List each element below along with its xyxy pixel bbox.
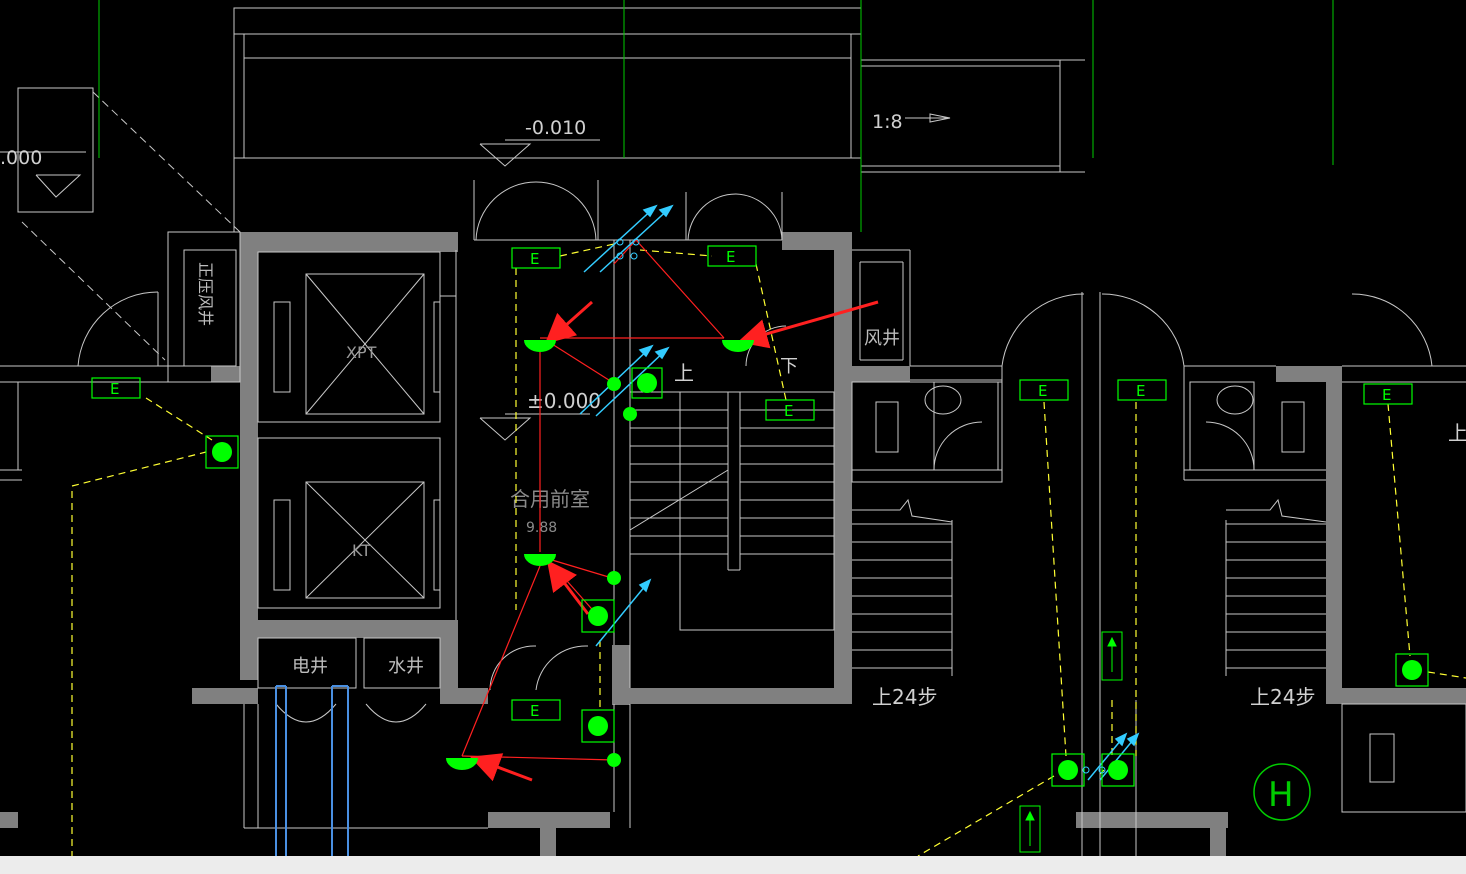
slope-annotation: 1:8: [872, 111, 951, 133]
elevation-mark-upper: -0.010: [479, 117, 600, 167]
elevation-left-label: .000: [0, 147, 42, 169]
vent-shaft-label: 风井: [864, 328, 900, 349]
boxed-detectors: [205, 367, 1429, 787]
exit-sign-label: E: [110, 380, 119, 398]
lift-lower-label: KT: [352, 541, 371, 560]
emergency-light[interactable]: [524, 340, 556, 352]
steps-right-label: 上24步: [1250, 685, 1315, 709]
exit-sign[interactable]: E: [1363, 383, 1413, 405]
exit-sign-label: E: [530, 250, 539, 268]
red-arrow-3: [546, 560, 590, 615]
door-swings: [77, 181, 1433, 723]
detector[interactable]: [205, 435, 239, 469]
exit-sign[interactable]: E: [511, 247, 561, 269]
fire-shaft-label: 正压风井: [196, 262, 215, 326]
anteroom-area-label: 9.88: [526, 520, 557, 536]
exit-sign[interactable]: E: [1019, 379, 1069, 401]
stair-up-right-label: 上: [1448, 421, 1466, 445]
walls: [0, 232, 1466, 858]
emergency-light[interactable]: [524, 554, 556, 566]
hydrant-symbol: H: [1253, 763, 1311, 821]
red-arrow-1: [544, 300, 593, 344]
detector[interactable]: [631, 367, 663, 399]
slope-label: 1:8: [872, 111, 903, 133]
elevation-upper-label: -0.010: [525, 117, 586, 139]
small-devices: [607, 377, 637, 767]
emergency-light[interactable]: [446, 758, 478, 770]
stair-treads: [629, 409, 1327, 676]
green-grid-lines: [98, 0, 1334, 232]
architectural-lines: [0, 180, 1466, 858]
yellow-wiring: [71, 243, 1466, 858]
exit-sign[interactable]: E: [1117, 379, 1167, 401]
exit-sign-label: E: [530, 702, 539, 720]
exit-sign[interactable]: E: [707, 245, 757, 267]
shaft-pipes: [275, 685, 349, 858]
exit-sign[interactable]: E: [511, 699, 561, 721]
hydrant-label: H: [1268, 775, 1294, 815]
anteroom-label: 合用前室: [510, 487, 590, 511]
bottom-status-strip: [0, 856, 1466, 874]
steps-mid-label: 上24步: [872, 685, 937, 709]
detector[interactable]: [1051, 753, 1085, 787]
exit-sign-label: E: [784, 402, 793, 420]
exit-sign-label: E: [1038, 382, 1047, 400]
device-dot[interactable]: [607, 571, 621, 585]
lift-upper-label: XPT: [346, 343, 377, 362]
exit-sign-label: E: [726, 248, 735, 266]
exit-sign-label: E: [1382, 386, 1391, 404]
cad-drawing-canvas[interactable]: -0.010 .000 1:8 H XPT KT 正压风井 风井 合用前室 9.…: [0, 0, 1466, 874]
exit-sign-label: E: [1136, 382, 1145, 400]
elec-shaft-label: 电井: [292, 656, 328, 677]
water-shaft-label: 水井: [388, 656, 424, 677]
stair-down-label: 下: [780, 356, 798, 377]
device-dot[interactable]: [623, 407, 637, 421]
stair-up-label: 上: [674, 361, 694, 385]
detector[interactable]: [581, 599, 615, 633]
exit-sign[interactable]: E: [91, 377, 141, 399]
detector[interactable]: [1395, 653, 1429, 687]
red-arrow-2: [737, 300, 879, 349]
elevation-main-label: ±0.000: [527, 389, 601, 413]
device-dot[interactable]: [607, 753, 621, 767]
detector[interactable]: [581, 709, 615, 743]
device-dot[interactable]: [607, 377, 621, 391]
red-arrow-4: [469, 753, 533, 782]
